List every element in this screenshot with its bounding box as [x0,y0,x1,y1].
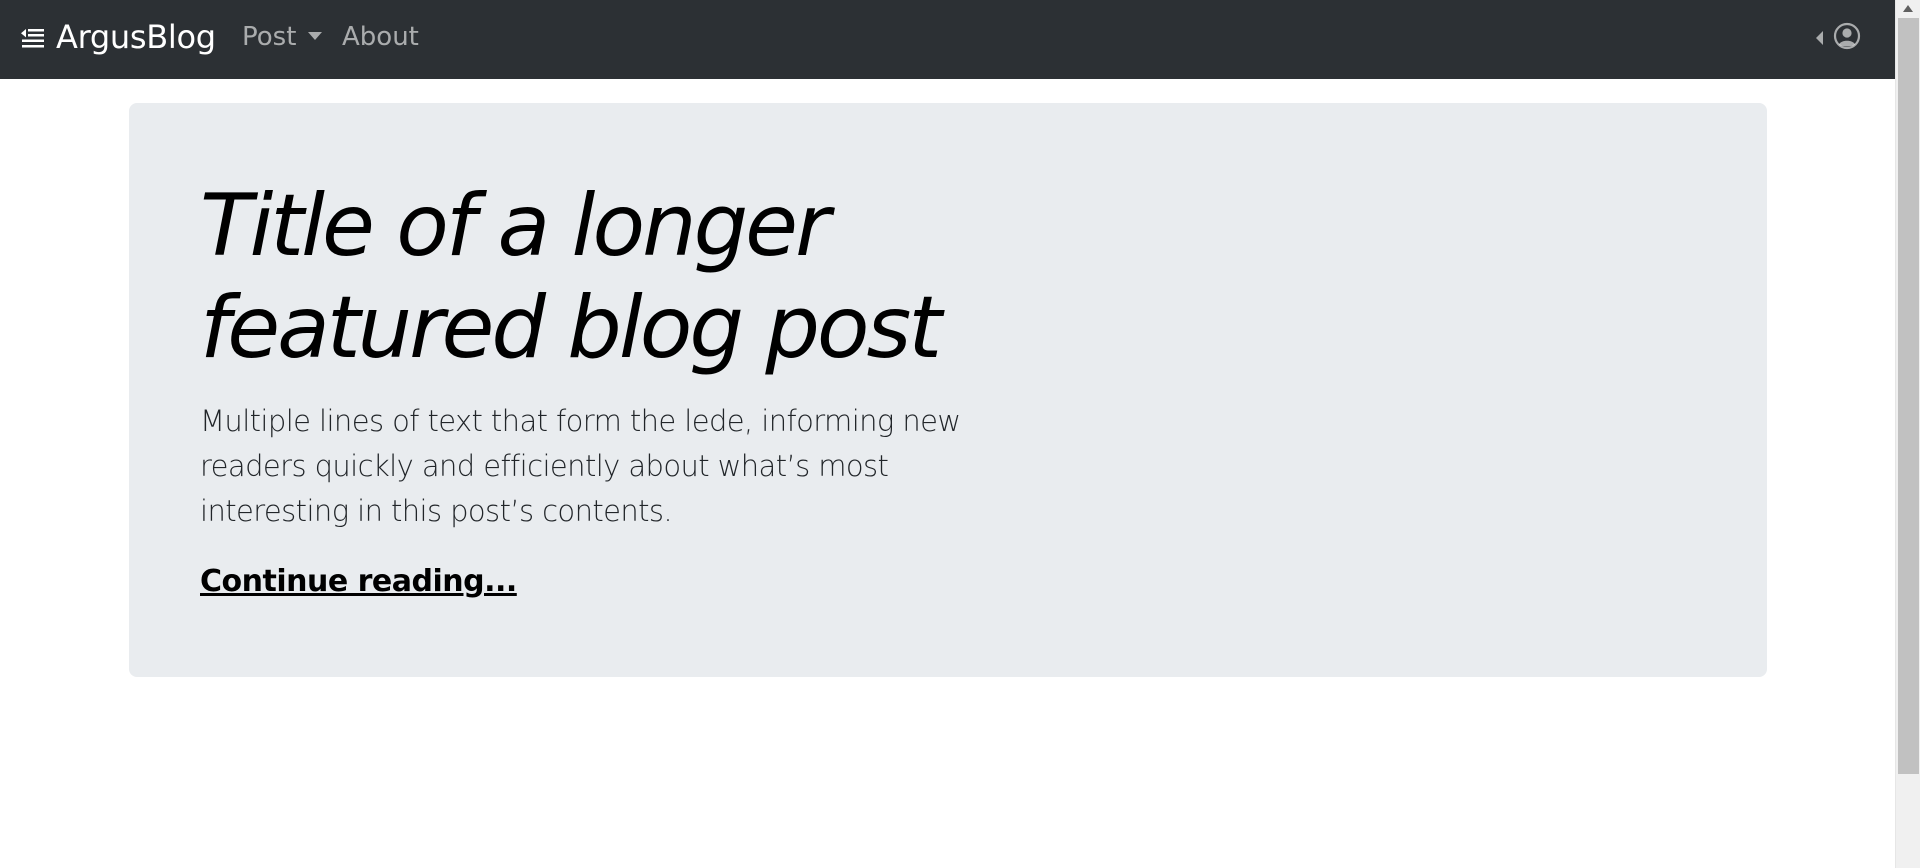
nav-item-post-label: Post [242,22,297,52]
user-menu-button[interactable] [1816,22,1861,54]
vertical-scrollbar[interactable] [1895,0,1920,868]
top-navbar: ArgusBlog Post About [0,0,1895,79]
brand-logo[interactable]: ArgusBlog [56,15,216,59]
scroll-up-arrow-icon[interactable] [1903,5,1913,12]
featured-post-title: Title of a longer featured blog post [200,176,942,378]
chevron-down-icon [308,31,323,40]
featured-post-lede: Multiple lines of text that form the led… [200,404,961,528]
continue-reading-link[interactable]: Continue reading... [200,561,517,603]
caret-left-icon [1816,31,1823,45]
nav-item-about[interactable]: About [342,20,419,54]
sidebar-toggle-icon[interactable] [20,26,46,50]
scrollbar-thumb[interactable] [1898,18,1919,774]
nav-item-post[interactable]: Post [242,20,323,54]
user-circle-icon [1833,22,1861,54]
page: ArgusBlog Post About Title of a longer f… [0,0,1920,868]
featured-post-hero: Title of a longer featured blog post Mul… [129,103,1767,677]
